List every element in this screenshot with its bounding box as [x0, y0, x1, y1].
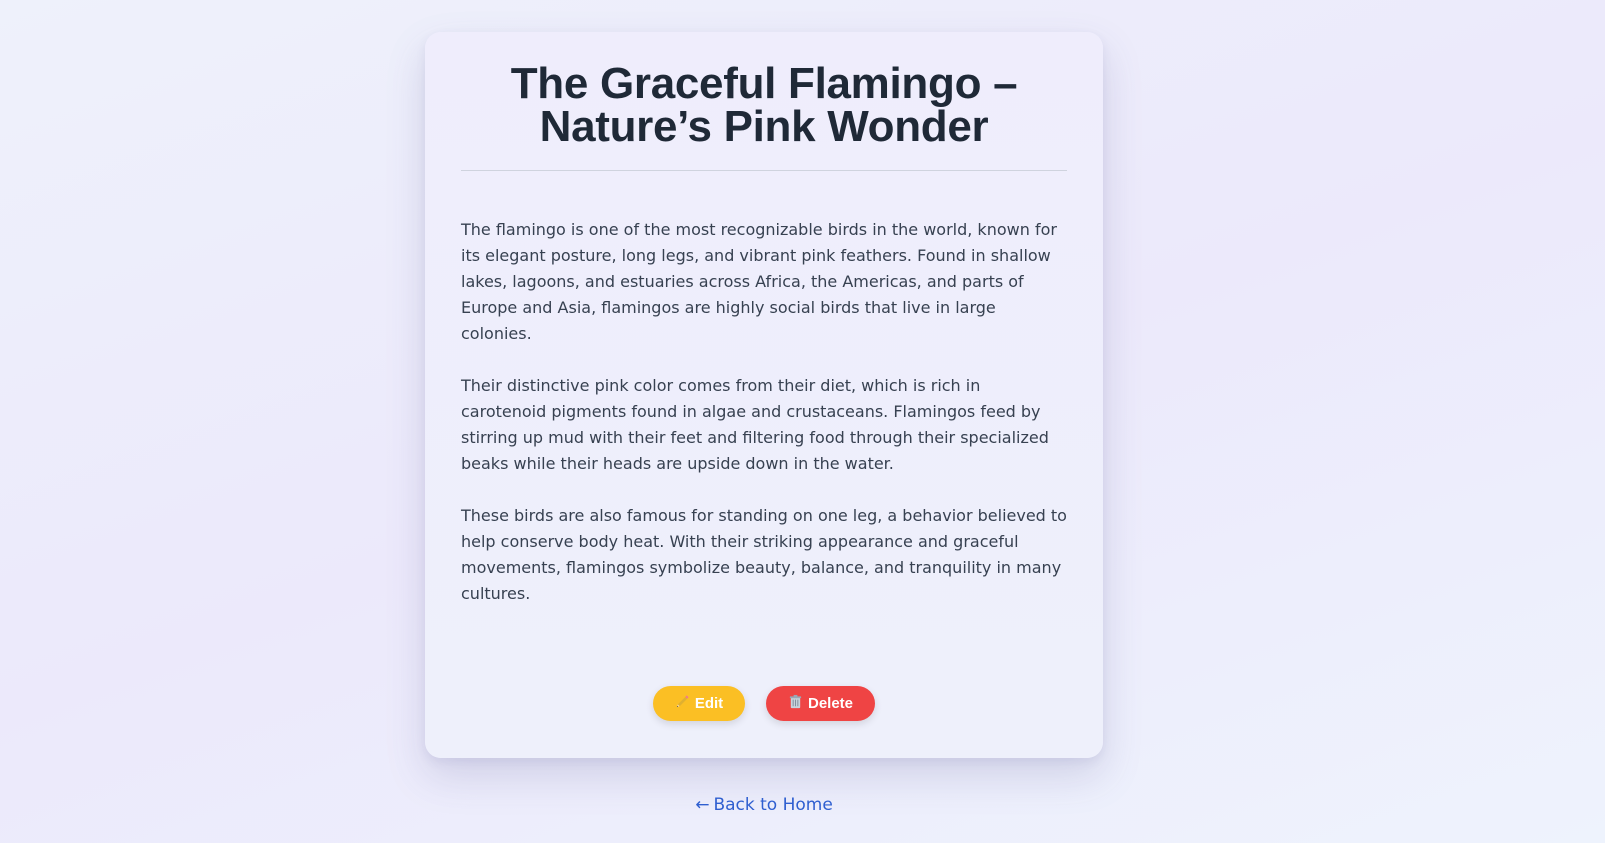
back-to-home-link[interactable]: ← Back to Home [0, 795, 1528, 815]
delete-button[interactable]: Delete [766, 686, 875, 721]
edit-button[interactable]: Edit [653, 686, 745, 721]
action-bar: Edit Delete [425, 686, 1103, 721]
back-link-label: Back to Home [713, 795, 833, 815]
page-title: The Graceful Flamingo – Nature’s Pink Wo… [510, 59, 1018, 151]
pencil-icon [675, 694, 690, 713]
article-paragraph: These birds are also famous for standing… [461, 506, 1067, 603]
trash-icon [788, 694, 803, 713]
article-body: The flamingo is one of the most recogniz… [461, 217, 1067, 607]
title-divider [461, 170, 1067, 171]
article-paragraph: The flamingo is one of the most recogniz… [461, 220, 1057, 343]
delete-button-label: Delete [807, 695, 854, 712]
article-card: The Graceful Flamingo – Nature’s Pink Wo… [425, 32, 1103, 758]
article-paragraph: Their distinctive pink color comes from … [461, 376, 1049, 473]
edit-button-label: Edit [694, 695, 724, 712]
left-arrow-icon: ← [695, 795, 710, 815]
